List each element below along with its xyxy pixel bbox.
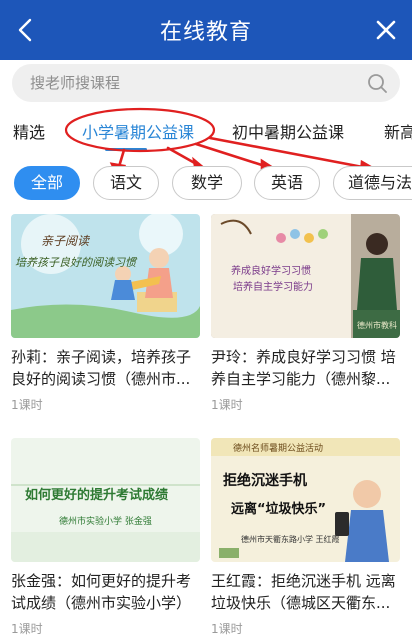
search-icon[interactable] [366, 72, 388, 94]
thumb-heading: 养成良好学习习惯 [231, 266, 311, 277]
thumb-subheading: 远离“垃圾快乐” [231, 502, 327, 517]
course-title: 尹玲：养成良好学习习惯 培养自主学习能力（德州黎... [211, 348, 396, 388]
course-lesson-count: 1课时 [211, 398, 243, 412]
chip-morality-law[interactable]: 道德与法 [333, 166, 412, 200]
course-card[interactable]: 如何更好的提升考试成绩 德州市实验小学 张金强 张金强：如何更好的提升考试成绩（… [11, 438, 200, 637]
chip-all[interactable]: 全部 [14, 166, 80, 200]
thumb-banner: 德州名师暑期公益活动 [233, 444, 324, 454]
active-tab-indicator [105, 148, 147, 151]
chip-math[interactable]: 数学 [172, 166, 242, 200]
course-lesson-count: 1课时 [11, 622, 43, 636]
page-title: 在线教育 [159, 20, 252, 45]
course-thumbnail: 亲子阅读 培养孩子良好的阅读习惯 [11, 214, 200, 338]
course-lesson-count: 1课时 [211, 622, 243, 636]
course-title: 张金强：如何更好的提升考试成绩（德州市实验小学） [11, 572, 192, 612]
search-input[interactable] [30, 64, 350, 102]
category-tabs: 精选 小学暑期公益课 初中暑期公益课 新高 [0, 108, 412, 152]
app-header: 在线教育 [0, 0, 412, 60]
thumb-subheading: 培养自主学习能力 [233, 282, 313, 293]
course-lesson-count: 1课时 [11, 398, 43, 412]
course-card[interactable]: 德州名师暑期公益活动 拒绝沉迷手机 远离“垃圾快乐” 德州市天衢东路小学 王红霞… [211, 438, 400, 637]
course-thumbnail: 如何更好的提升考试成绩 德州市实验小学 张金强 [11, 438, 200, 562]
close-icon[interactable] [372, 16, 400, 44]
tab-primary-summer[interactable]: 小学暑期公益课 [82, 119, 194, 143]
course-thumbnail: 养成良好学习习惯 培养自主学习能力 德州市教科 [211, 214, 400, 338]
thumb-heading: 亲子阅读 [41, 234, 90, 248]
thumb-heading: 如何更好的提升考试成绩 [25, 488, 169, 503]
tab-junior-summer[interactable]: 初中暑期公益课 [232, 119, 344, 143]
search-bar[interactable] [12, 64, 400, 102]
thumb-banner: 德州市教科 [357, 321, 397, 330]
course-card[interactable]: 养成良好学习习惯 培养自主学习能力 德州市教科 尹玲：养成良好学习习惯 培养自主… [211, 214, 400, 413]
thumb-subheading: 德州市实验小学 张金强 [59, 517, 152, 527]
chip-chinese[interactable]: 语文 [93, 166, 159, 200]
course-title: 王红霞：拒绝沉迷手机 远离垃圾快乐（德城区天衢东... [211, 572, 396, 612]
thumb-caption: 德州市天衢东路小学 王红霞 [241, 535, 340, 544]
thumb-heading: 拒绝沉迷手机 [223, 473, 307, 489]
course-card[interactable]: 亲子阅读 培养孩子良好的阅读习惯 孙莉：亲子阅读，培养孩子良好的阅读习惯（德州市… [11, 214, 200, 413]
course-thumbnail: 德州名师暑期公益活动 拒绝沉迷手机 远离“垃圾快乐” 德州市天衢东路小学 王红霞 [211, 438, 400, 562]
tab-featured[interactable]: 精选 [13, 119, 45, 143]
chip-english[interactable]: 英语 [254, 166, 320, 200]
subject-filter-chips: 全部 语文 数学 英语 道德与法 [0, 166, 412, 202]
thumb-subheading: 培养孩子良好的阅读习惯 [15, 256, 136, 269]
tab-senior-high[interactable]: 新高 [384, 119, 412, 143]
course-title: 孙莉：亲子阅读，培养孩子良好的阅读习惯（德州市... [11, 348, 192, 388]
